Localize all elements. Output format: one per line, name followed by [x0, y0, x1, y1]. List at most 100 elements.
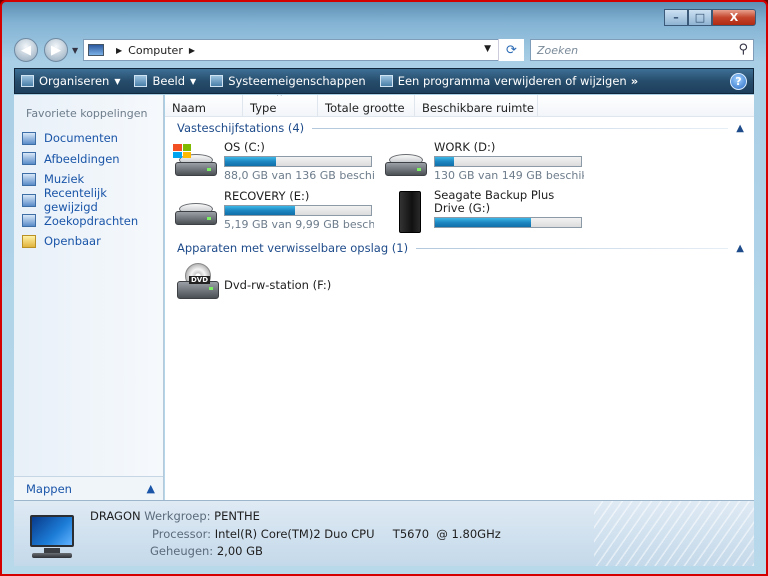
drive-usage-bar [434, 156, 582, 167]
column-name[interactable]: Naam [165, 95, 243, 116]
more-commands-button[interactable]: » [631, 74, 638, 88]
processor-key: Processor: [152, 527, 212, 541]
breadcrumb-computer[interactable]: Computer [128, 44, 183, 57]
navigation-bar: ◀ ▶ ▼ ▶ Computer ▶ ▼ ⟳ Zoeken ⚲ [14, 38, 754, 62]
drive-item-c[interactable]: OS (C:) 88,0 GB van 136 GB beschik... [173, 140, 378, 182]
system-properties-button[interactable]: Systeemeigenschappen [210, 74, 366, 88]
column-free-space[interactable]: Beschikbare ruimte [415, 95, 538, 116]
collapse-group-icon[interactable]: ▲ [736, 123, 744, 134]
group-hard-disks-label: Vasteschijfstations (4) [177, 121, 305, 135]
minimize-button[interactable]: – [664, 9, 688, 26]
drive-usage-bar [224, 205, 372, 216]
maximize-button[interactable]: □ [688, 9, 712, 26]
external-drive-icon [383, 191, 429, 233]
navigation-pane: Favoriete koppelingen Documenten Afbeeld… [14, 95, 164, 500]
drive-usage-bar [224, 156, 372, 167]
workgroup-key: Werkgroep: [144, 509, 211, 523]
column-free-label: Beschikbare ruimte [422, 101, 534, 115]
column-total-label: Totale grootte [325, 101, 405, 115]
pictures-icon [22, 152, 36, 166]
sidebar-item-afbeeldingen[interactable]: Afbeeldingen [14, 149, 163, 170]
chevron-up-icon: ▲ [146, 482, 155, 495]
computer-icon [24, 511, 80, 561]
system-properties-label: Systeemeigenschappen [228, 74, 366, 88]
group-removable-label: Apparaten met verwisselbare opslag (1) [177, 241, 409, 255]
group-divider [312, 127, 729, 129]
breadcrumb-separator-icon[interactable]: ▶ [116, 46, 122, 55]
group-divider [416, 247, 729, 249]
documents-icon [22, 131, 36, 145]
uninstall-program-button[interactable]: Een programma verwijderen of wijzigen » [379, 74, 638, 88]
sidebar-item-documenten[interactable]: Documenten [14, 128, 163, 149]
drive-usage-fill [225, 157, 277, 166]
refresh-button[interactable]: ⟳ [498, 39, 524, 61]
organize-icon [21, 75, 34, 87]
help-icon: ? [735, 75, 742, 88]
drive-item-f[interactable]: DVD Dvd-rw-station (F:) [173, 263, 378, 307]
sidebar-item-label: Recentelijk gewijzigd [43, 186, 107, 215]
sidebar-item-label: Muziek [44, 172, 85, 187]
column-type-label: Type [250, 101, 277, 115]
chevron-down-icon: ▼ [114, 76, 121, 86]
organize-button[interactable]: Organiseren ▼ [21, 74, 120, 88]
column-headers: Naam ^ Type Totale grootte Beschikbare ru… [165, 95, 754, 117]
public-folder-icon [22, 234, 36, 248]
drive-item-d[interactable]: WORK (D:) 130 GB van 149 GB beschikb... [383, 140, 588, 182]
sidebar-item-openbaar[interactable]: Openbaar [14, 231, 163, 252]
drive-name: RECOVERY (E:) [224, 189, 310, 203]
group-removable-storage[interactable]: Apparaten met verwisselbare opslag (1) ▲ [177, 241, 744, 255]
decorative-rays [594, 501, 754, 566]
computer-icon [88, 44, 104, 56]
view-label: Beeld [152, 74, 186, 88]
drive-item-e[interactable]: RECOVERY (E:) 5,19 GB van 9,99 GB beschi… [173, 189, 378, 231]
window-controls: – □ X [664, 9, 756, 26]
music-icon [22, 172, 36, 186]
column-type[interactable]: ^ Type [243, 95, 318, 116]
folders-toggle[interactable]: Mappen ▲ [14, 476, 163, 500]
dvd-drive-icon: DVD [175, 263, 219, 303]
close-button[interactable]: X [712, 9, 756, 26]
group-hard-disks[interactable]: Vasteschijfstations (4) ▲ [177, 121, 744, 135]
drive-size-text: 5,19 GB van 9,99 GB beschik... [224, 218, 374, 231]
drive-item-g[interactable]: Seagate Backup Plus Drive (G:) [383, 189, 588, 235]
address-bar[interactable]: ▶ Computer ▶ ▼ [83, 39, 524, 61]
hard-drive-icon [173, 144, 219, 180]
sidebar-item-label: Zoekopdrachten [44, 213, 139, 228]
drive-size-text: 88,0 GB van 136 GB beschik... [224, 169, 374, 182]
drive-usage-bar [434, 217, 582, 228]
favorites-header: Favoriete koppelingen [26, 107, 148, 120]
memory-value: 2,00 GB [216, 544, 263, 558]
search-placeholder: Zoeken [537, 43, 579, 57]
forward-arrow-icon: ▶ [51, 42, 61, 58]
sidebar-item-label: Afbeeldingen [44, 151, 120, 166]
programs-icon [379, 75, 393, 87]
uninstall-program-label: Een programma verwijderen of wijzigen [397, 74, 627, 88]
drive-name: Seagate Backup Plus Drive (G:) [434, 188, 555, 215]
explorer-window: – □ X ◀ ▶ ▼ ▶ Computer ▶ ▼ ⟳ Zoeken ⚲ Or… [0, 0, 768, 576]
workgroup-value: PENTHE [214, 509, 260, 523]
computer-name: DRAGON [90, 509, 141, 523]
drive-name: WORK (D:) [434, 140, 496, 154]
breadcrumb-chevron-icon[interactable]: ▶ [189, 46, 195, 55]
windows-logo-icon [173, 144, 191, 158]
recent-pages-dropdown[interactable]: ▼ [72, 46, 78, 55]
content-pane: Naam ^ Type Totale grootte Beschikbare ru… [165, 95, 754, 500]
dvd-icon-label: DVD [189, 276, 211, 284]
command-bar: Organiseren ▼ Beeld ▼ Systeemeigenschapp… [14, 68, 754, 94]
back-button[interactable]: ◀ [14, 38, 38, 62]
back-arrow-icon: ◀ [21, 42, 31, 58]
sidebar-item-recent[interactable]: Recentelijk gewijzigd [14, 186, 163, 214]
column-name-label: Naam [172, 101, 206, 115]
memory-key: Geheugen: [150, 544, 214, 558]
hard-drive-icon [173, 193, 219, 229]
address-dropdown-icon[interactable]: ▼ [484, 44, 491, 54]
collapse-group-icon[interactable]: ▲ [736, 243, 744, 254]
search-icon[interactable]: ⚲ [738, 42, 748, 57]
help-button[interactable]: ? [730, 73, 747, 90]
recent-icon [22, 193, 36, 207]
processor-value: Intel(R) Core(TM)2 Duo CPU T5670 @ 1.80G… [214, 527, 501, 541]
forward-button[interactable]: ▶ [44, 38, 68, 62]
search-input[interactable]: Zoeken ⚲ [530, 39, 754, 61]
column-total-size[interactable]: Totale grootte [318, 95, 415, 116]
view-button[interactable]: Beeld ▼ [134, 74, 196, 88]
